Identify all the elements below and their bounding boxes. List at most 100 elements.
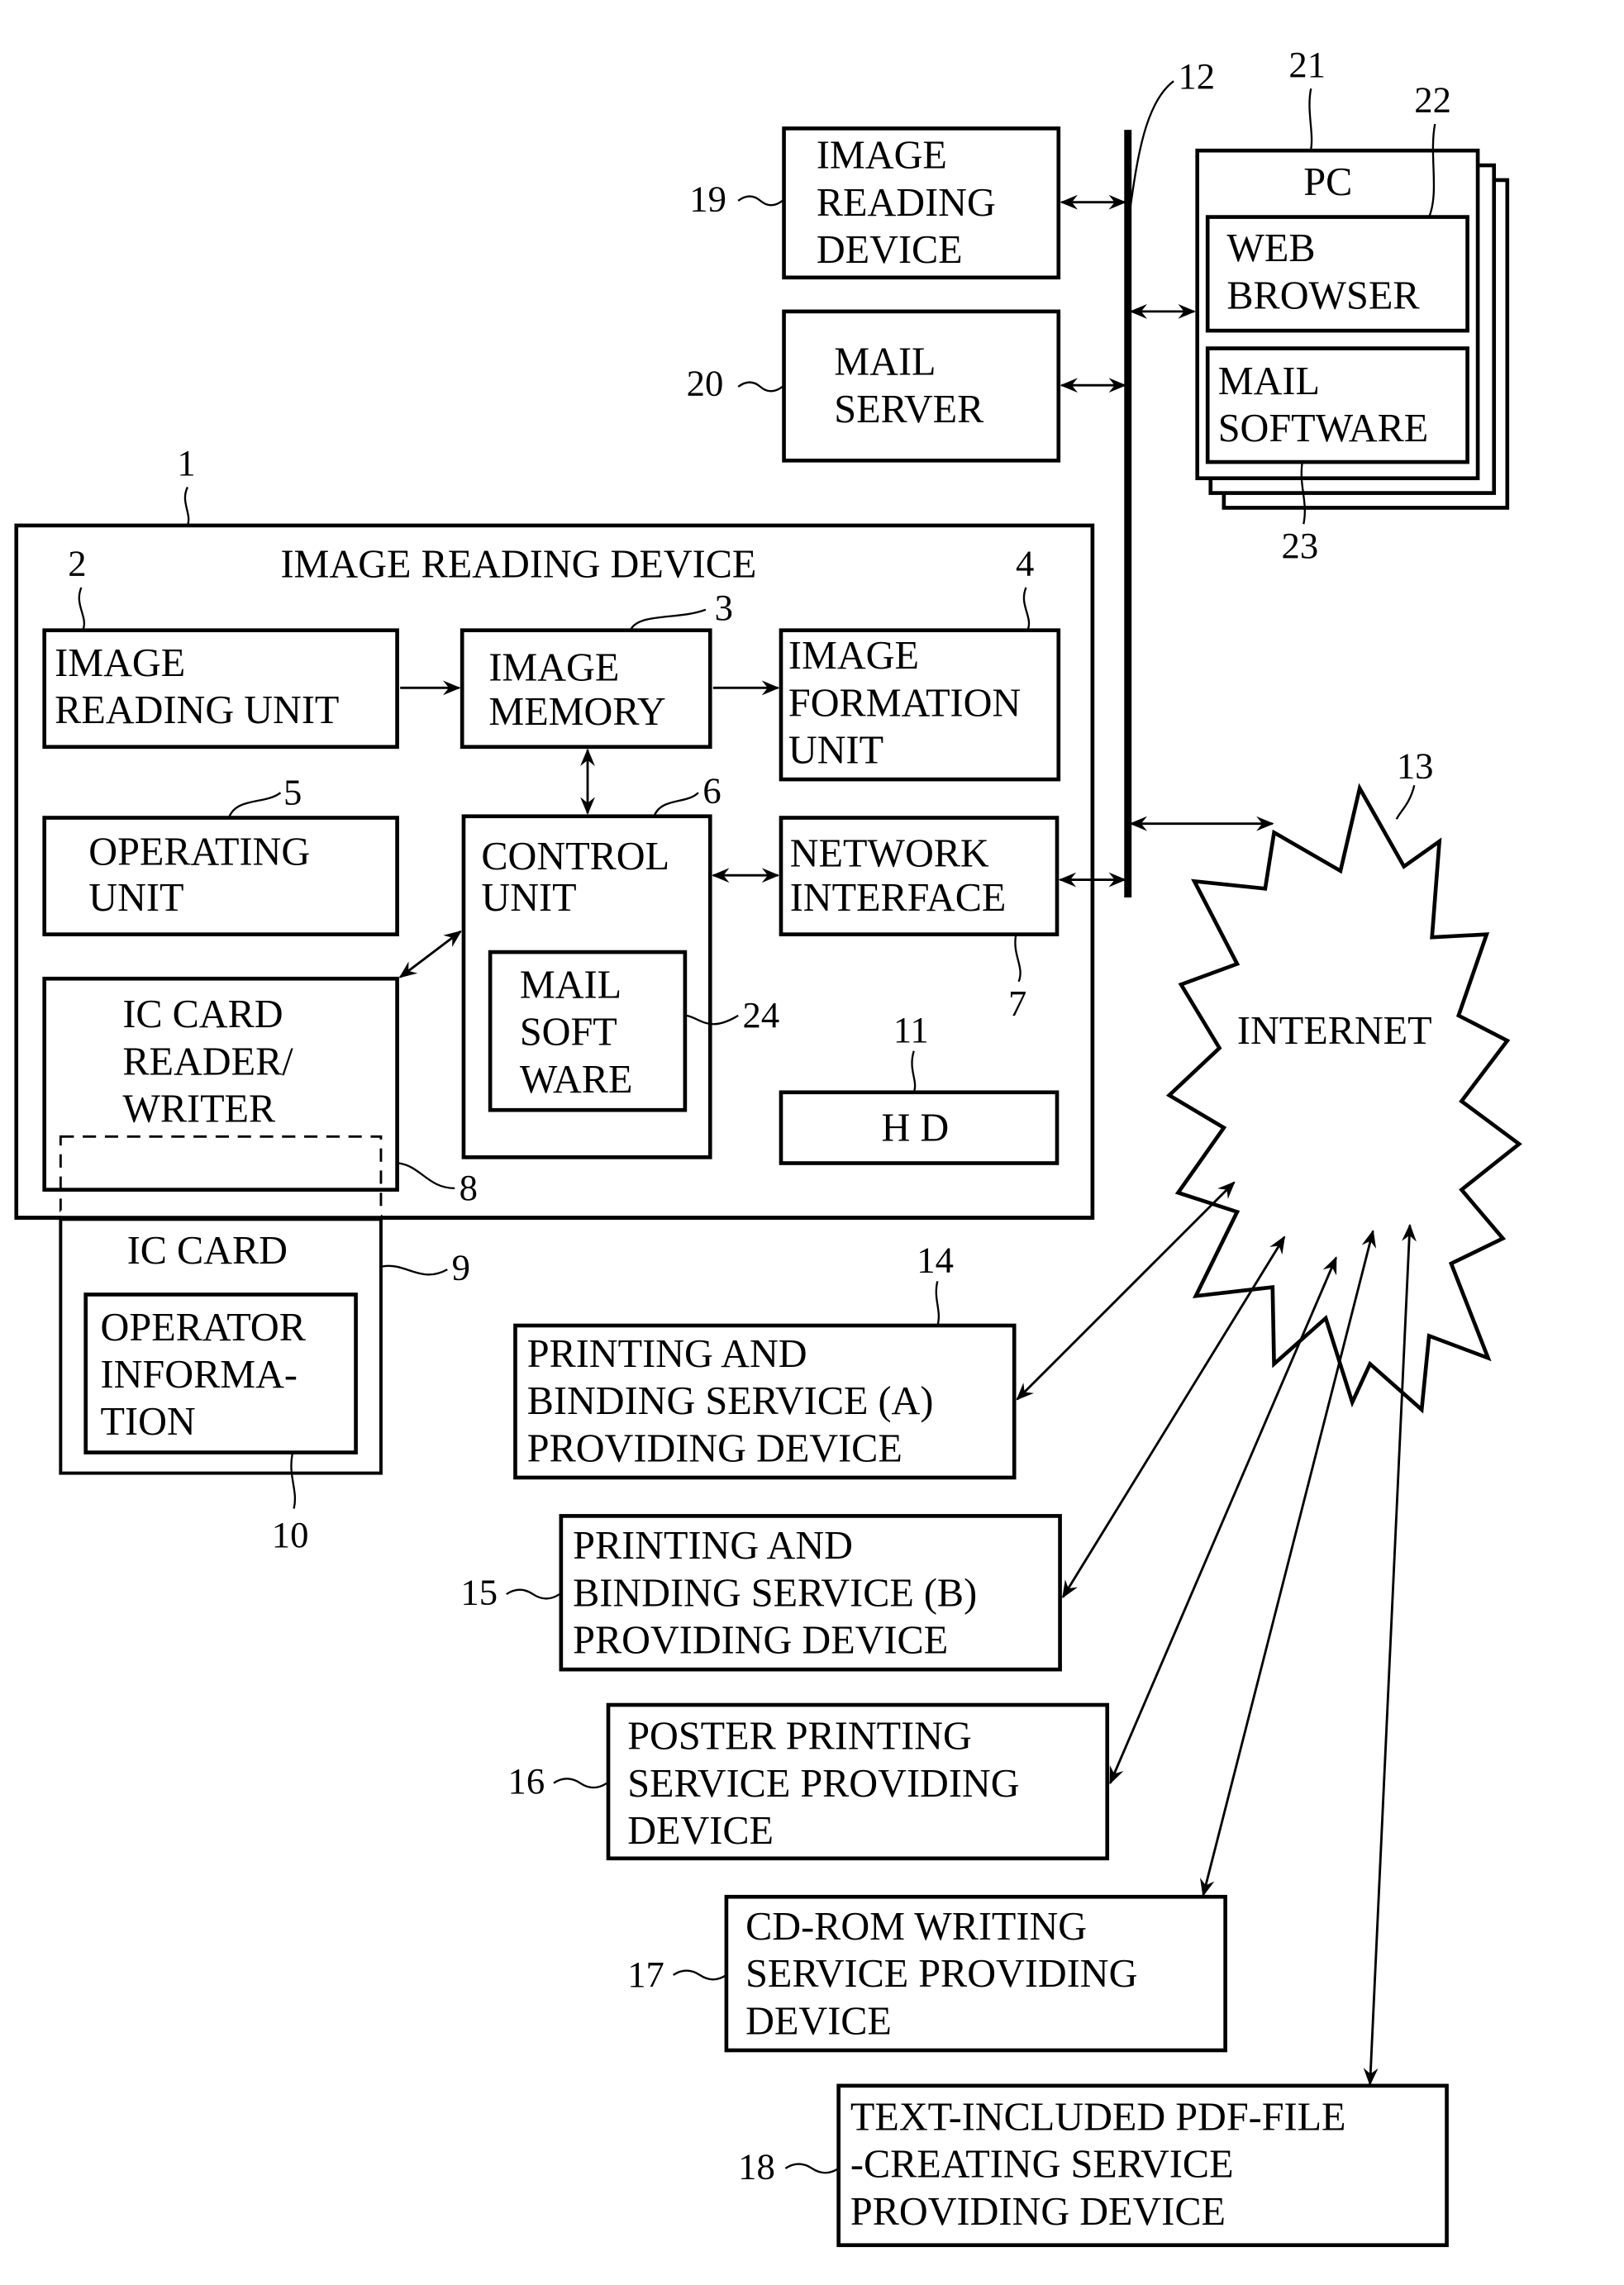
- block-label: SERVICE PROVIDING: [627, 1762, 1019, 1806]
- system-block-diagram: 12 IMAGE READING DEVICE 19 MAIL SERVER 2…: [14, 44, 1522, 2248]
- block-label: CONTROL: [481, 835, 669, 878]
- block-label: WRITER: [122, 1087, 276, 1131]
- leader-line: [737, 195, 783, 207]
- ref-number: 5: [283, 771, 302, 812]
- block-label: WEB: [1226, 226, 1315, 270]
- internet-label: INTERNET: [1237, 1009, 1432, 1053]
- block-label: IC CARD: [127, 1229, 288, 1273]
- block-label: PROVIDING DEVICE: [850, 2190, 1226, 2234]
- ref-number: 9: [452, 1247, 470, 1288]
- leader-line: [382, 1264, 448, 1276]
- block-label: DEVICE: [627, 1809, 774, 1853]
- leader-line: [1395, 784, 1416, 820]
- leader-line: [784, 2163, 840, 2174]
- image-reading-device-19: IMAGE READING DEVICE: [782, 126, 1061, 280]
- ref-number: 23: [1282, 525, 1319, 566]
- leader-line: [672, 1969, 727, 1981]
- block-label: PROVIDING DEVICE: [573, 1619, 948, 1663]
- image-formation-unit: IMAGE FORMATION UNIT: [779, 628, 1061, 782]
- block-label: POSTER PRINTING: [627, 1715, 972, 1759]
- block-label: MAIL: [1218, 359, 1320, 403]
- leader-line: [183, 486, 190, 526]
- image-memory: IMAGE MEMORY: [460, 628, 712, 750]
- operating-unit: OPERATING UNIT: [42, 816, 399, 936]
- internet-cloud: [1165, 783, 1522, 1414]
- block-label: TEXT-INCLUDED PDF-FILE: [850, 2095, 1346, 2139]
- block-label: IMAGE: [817, 134, 947, 178]
- block-label: INTERFACE: [790, 876, 1007, 920]
- block-label: DEVICE: [817, 228, 963, 272]
- block-label: BROWSER: [1226, 274, 1420, 317]
- cdrom-writing-service: CD-ROM WRITING SERVICE PROVIDING DEVICE: [724, 1894, 1227, 2053]
- leader-line: [553, 1778, 607, 1789]
- leader-line: [1128, 80, 1174, 215]
- block-label: IC CARD: [122, 993, 283, 1036]
- ref-number: 13: [1397, 745, 1434, 786]
- block-label: UNIT: [481, 876, 576, 920]
- block-label: READER/: [122, 1040, 293, 1083]
- ref-number: 12: [1178, 55, 1215, 97]
- ref-number: 2: [68, 543, 86, 584]
- poster-printing-service: POSTER PRINTING SERVICE PROVIDING DEVICE: [606, 1702, 1110, 1861]
- ref-number: 8: [460, 1167, 478, 1208]
- ref-number: 19: [689, 178, 726, 219]
- ref-number: 22: [1414, 79, 1451, 121]
- block-label: DEVICE: [745, 1999, 892, 2043]
- ref-number: 17: [627, 1954, 664, 1995]
- block-label: READING: [817, 181, 996, 225]
- block-label: BINDING SERVICE (A): [527, 1379, 934, 1423]
- block-label: IMAGE: [788, 634, 919, 678]
- block-label: IMAGE READING DEVICE: [280, 542, 756, 586]
- ref-number: 1: [177, 442, 195, 483]
- block-label: UNIT: [88, 876, 183, 920]
- block-label: CD-ROM WRITING: [745, 1905, 1087, 1949]
- block-label: MEMORY: [488, 690, 665, 734]
- control-unit: CONTROL UNIT MAIL SOFT WARE: [461, 814, 712, 1159]
- block-label: IMAGE: [488, 645, 619, 689]
- ref-number: 14: [917, 1240, 954, 1281]
- leader-line: [737, 381, 783, 393]
- pc-stack: PC WEB BROWSER MAIL SOFTWARE: [1195, 148, 1510, 510]
- block-label: MAIL: [520, 963, 622, 1007]
- block-label: NETWORK: [790, 831, 989, 875]
- hard-disk: H D: [779, 1090, 1060, 1165]
- ref-number: 11: [893, 1009, 929, 1050]
- mail-server: MAIL SERVER: [782, 309, 1061, 463]
- ref-number: 15: [460, 1572, 498, 1613]
- ref-number: 10: [272, 1514, 309, 1555]
- block-label: PRINTING AND: [527, 1332, 807, 1376]
- ref-number: 18: [738, 2145, 775, 2187]
- block-label: BINDING SERVICE (B): [573, 1571, 977, 1615]
- block-label: SERVER: [834, 388, 984, 431]
- block-label: INFORMA-: [101, 1353, 298, 1397]
- block-label: PC: [1303, 160, 1352, 204]
- printing-binding-service-a: PRINTING AND BINDING SERVICE (A) PROVIDI…: [513, 1323, 1017, 1480]
- ref-number: 20: [687, 363, 724, 404]
- block-label: WARE: [520, 1058, 633, 1102]
- ref-number: 3: [715, 587, 733, 628]
- ref-number: 7: [1008, 983, 1026, 1024]
- block-label: FORMATION: [788, 681, 1021, 725]
- block-label: TION: [101, 1400, 196, 1444]
- block-label: READING UNIT: [55, 688, 339, 732]
- ref-number: 4: [1016, 543, 1034, 584]
- leader-line: [506, 1588, 560, 1600]
- leader-line: [935, 1281, 940, 1326]
- block-label: OPERATOR: [101, 1306, 307, 1350]
- block-label: SOFT: [520, 1011, 617, 1054]
- block-label: UNIT: [788, 728, 883, 772]
- ref-number: 16: [508, 1760, 545, 1802]
- ic-card-reader-writer: IC CARD READER/ WRITER: [42, 976, 399, 1192]
- ref-number: 6: [702, 770, 721, 812]
- block-label: MAIL: [834, 340, 936, 384]
- block-label: IMAGE: [55, 641, 185, 685]
- block-label: -CREATING SERVICE: [850, 2143, 1234, 2187]
- ref-number: 21: [1288, 44, 1326, 85]
- leader-line: [1308, 88, 1313, 150]
- ref-number: 24: [743, 994, 780, 1035]
- block-label: SERVICE PROVIDING: [745, 1952, 1137, 1996]
- block-label: PRINTING AND: [573, 1524, 853, 1568]
- network-interface: NETWORK INTERFACE: [779, 816, 1060, 936]
- printing-binding-service-b: PRINTING AND BINDING SERVICE (B) PROVIDI…: [559, 1514, 1062, 1672]
- block-label: H D: [881, 1107, 949, 1150]
